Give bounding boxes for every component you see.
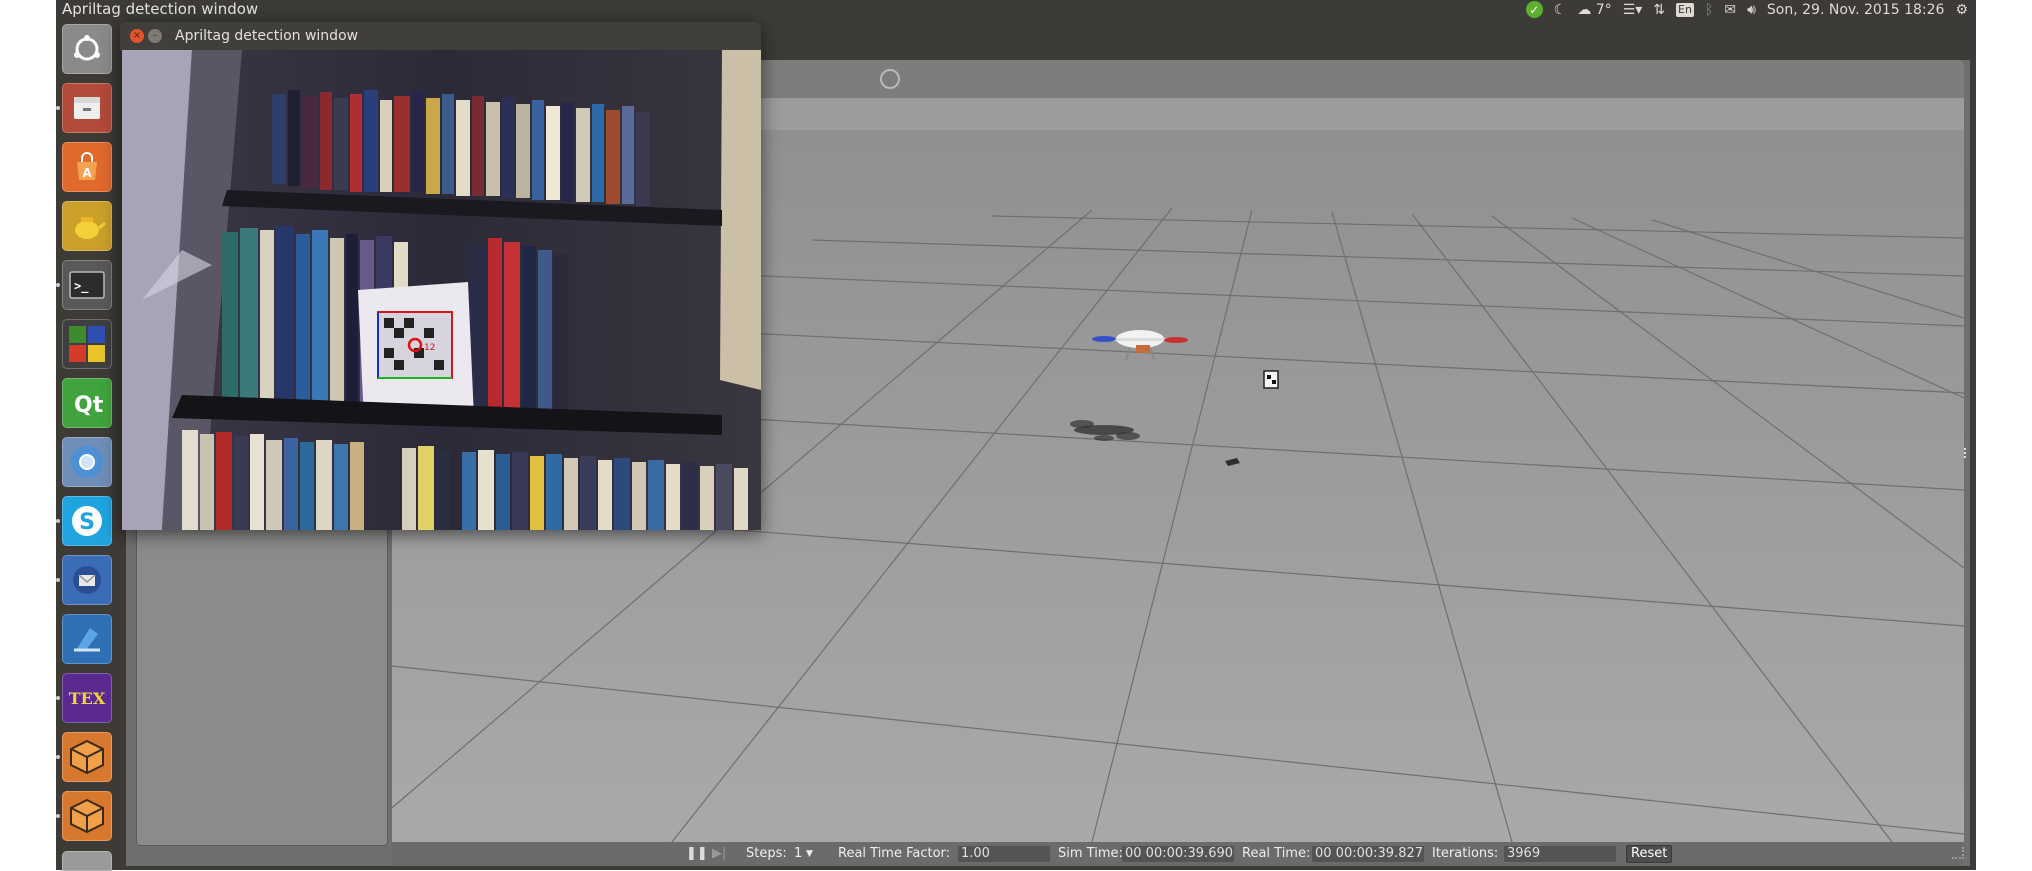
top-panel: Apriltag detection window ✓ ☾ ☁ 7° ☰▾ ⇅ … <box>56 0 1976 19</box>
skype-icon: S <box>72 506 102 536</box>
running-indicator <box>56 283 60 287</box>
tex-icon: TEX <box>68 688 106 708</box>
launcher-item-ros-turtle[interactable] <box>62 201 112 251</box>
launcher-item-terminal[interactable]: >_ <box>56 260 112 310</box>
sim-time-field: 00 00:00:39.690 <box>1122 846 1234 862</box>
menu-list-icon[interactable]: ☰▾ <box>1623 0 1643 19</box>
mail-icon[interactable]: ✉ <box>1724 0 1736 19</box>
svg-text:Qt: Qt <box>74 393 104 418</box>
apriltag-window-title: Apriltag detection window <box>175 28 359 44</box>
gear-icon[interactable]: ⚙ <box>1955 0 1968 19</box>
clock[interactable]: Son, 29. Nov. 2015 18:26 <box>1767 0 1945 19</box>
steps-label: Steps: <box>746 846 787 861</box>
real-time-factor-field: 1.00 <box>958 846 1050 862</box>
download-arrow-icon <box>74 628 100 652</box>
svg-text:>_: >_ <box>74 279 89 294</box>
running-indicator <box>56 519 60 523</box>
weather-temperature: 7° <box>1595 1 1612 18</box>
launcher-item-chromium[interactable] <box>62 437 112 487</box>
running-indicator <box>56 106 60 110</box>
cloud-rain-icon: ☁ <box>1577 1 1592 18</box>
teapot-icon <box>75 217 106 239</box>
svg-text:A: A <box>82 166 92 180</box>
launcher-item-qt-creator[interactable]: Qt <box>62 378 112 428</box>
terminal-icon: >_ <box>69 271 105 299</box>
apriltag-marker <box>1263 370 1279 389</box>
launcher-item-workspaces[interactable] <box>62 319 112 369</box>
chevron-down-icon[interactable]: ▼ <box>806 842 813 866</box>
tagged-book: 12 <box>358 282 474 422</box>
weather-indicator[interactable]: ☁ 7° <box>1577 0 1611 19</box>
launcher: A >_ Qt S TEX <box>56 19 120 871</box>
real-time-label: Real Time: <box>1242 846 1311 861</box>
launcher-item-downloader[interactable] <box>62 614 112 664</box>
shopping-bag-icon: A <box>77 152 97 180</box>
moon-icon[interactable]: ☾ <box>1554 0 1567 19</box>
package-box-icon <box>70 798 104 834</box>
keyboard-layout-indicator[interactable]: En <box>1676 0 1694 19</box>
close-button[interactable]: × <box>130 29 144 43</box>
launcher-item-package-1[interactable] <box>56 732 112 782</box>
steps-value[interactable]: 1 <box>794 842 802 866</box>
step-icon[interactable]: ▶| <box>712 842 726 866</box>
launcher-item-partial[interactable] <box>62 851 112 871</box>
running-indicator <box>56 578 60 582</box>
minimize-button[interactable]: – <box>148 29 162 43</box>
indicator-area: ✓ ☾ ☁ 7° ☰▾ ⇅ En ᛒ ✉ 🔊︎ Son, 29. Nov. 20… <box>1525 0 1968 19</box>
running-indicator <box>56 755 60 759</box>
svg-text:S: S <box>79 510 95 535</box>
iterations-label: Iterations: <box>1432 846 1499 861</box>
active-window-title: Apriltag detection window <box>62 0 259 18</box>
gazebo-status-bar: ❚❚ ▶| Steps: 1 ▼ Real Time Factor: 1.00 … <box>392 842 1964 866</box>
pause-icon[interactable]: ❚❚ <box>686 842 708 866</box>
iterations-field: 3969 <box>1504 846 1616 862</box>
launcher-item-package-2[interactable] <box>56 791 112 841</box>
ubuntu-logo-icon <box>74 35 100 61</box>
thunderbird-icon <box>73 566 101 594</box>
screenshot-icon[interactable] <box>880 69 900 89</box>
launcher-item-skype[interactable]: S <box>56 496 112 546</box>
sync-status-icon[interactable]: ✓ <box>1525 0 1543 19</box>
running-indicator <box>56 696 60 700</box>
reset-button[interactable]: Reset <box>1626 845 1673 863</box>
launcher-item-dash-home[interactable] <box>62 24 112 74</box>
launcher-item-texmaker[interactable]: TEX <box>56 673 112 723</box>
network-arrows-icon[interactable]: ⇅ <box>1653 0 1665 19</box>
workspace-grid-icon <box>69 326 105 362</box>
bluetooth-icon[interactable]: ᛒ <box>1705 0 1713 19</box>
launcher-item-software-center[interactable]: A <box>62 142 112 192</box>
detected-tag-id: 12 <box>424 343 435 353</box>
launcher-item-thunderbird[interactable] <box>56 555 112 605</box>
sim-time-label: Sim Time: <box>1058 846 1123 861</box>
desktop: Apriltag detection window ✓ ☾ ☁ 7° ☰▾ ⇅ … <box>0 0 2032 871</box>
running-indicator <box>56 814 60 818</box>
package-box-icon <box>70 739 104 775</box>
volume-icon[interactable]: 🔊︎ <box>1747 0 1756 19</box>
camera-feed-image: 12 <box>122 50 761 530</box>
launcher-item-files[interactable] <box>56 83 112 133</box>
top-shelf-books <box>272 90 650 206</box>
file-cabinet-icon <box>74 97 100 119</box>
window-resize-grip[interactable] <box>1952 847 1964 859</box>
real-time-field: 00 00:00:39.827 <box>1312 846 1424 862</box>
qt-logo-icon: Qt <box>74 393 104 418</box>
apriltag-detection-window: × – Apriltag detection window 12 <box>120 22 761 530</box>
chromium-icon <box>71 446 103 478</box>
real-time-factor-label: Real Time Factor: <box>838 846 951 861</box>
apriltag-window-titlebar[interactable]: × – Apriltag detection window <box>120 22 761 50</box>
panel-resize-handle[interactable] <box>1964 448 1970 458</box>
